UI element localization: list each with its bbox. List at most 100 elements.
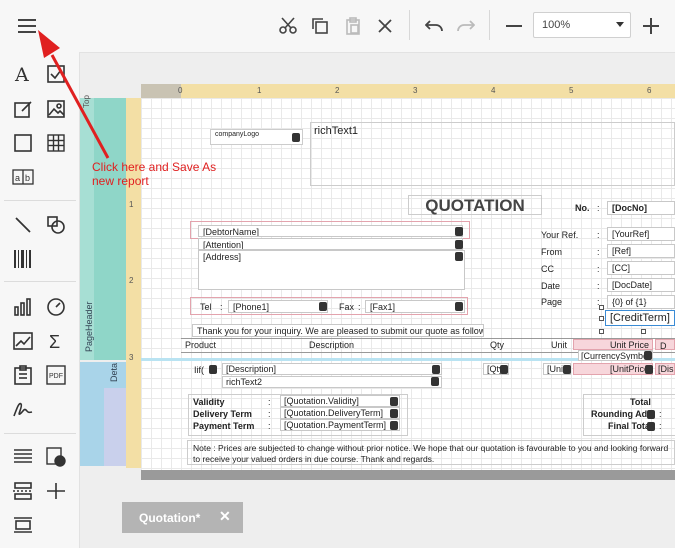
band-detail-label: Deta (109, 362, 119, 382)
ruler-tick: 2 (335, 86, 340, 95)
fax-label: Fax (339, 302, 355, 312)
ruler-tick: 6 (647, 86, 652, 95)
page-number-field[interactable]: {0} of {1} (607, 295, 675, 309)
delivery-term-label: Delivery Term (193, 409, 252, 419)
ruler-tick: 1 (257, 86, 262, 95)
page-bottom-edge (141, 470, 675, 480)
sparkline-tool-icon[interactable] (10, 328, 36, 354)
unit-price-field[interactable]: [UnitPrice (573, 363, 653, 375)
delete-icon[interactable] (371, 12, 399, 40)
cut-icon[interactable] (274, 12, 302, 40)
band-detail-group[interactable] (104, 388, 126, 466)
report-title[interactable]: QUOTATION (408, 195, 542, 215)
database-icon (647, 410, 655, 419)
final-total-label: Final Tota (608, 421, 650, 431)
from-label: From (541, 247, 562, 257)
cross-band-line-icon[interactable] (43, 478, 69, 504)
database-icon (647, 422, 655, 431)
tab-label: Quotation* (139, 511, 201, 525)
database-icon (455, 302, 463, 311)
zoom-value: 100% (542, 19, 571, 31)
iif-expression[interactable]: Iif( (194, 365, 204, 375)
undo-icon[interactable] (420, 12, 448, 40)
redo-icon[interactable] (452, 12, 480, 40)
rich-text-1[interactable]: richText1 (310, 122, 675, 186)
band-page-header-label: PageHeader (84, 301, 94, 352)
annotation-text: Click here and Save As new report (92, 160, 217, 188)
zoom-select[interactable]: 100% (533, 12, 631, 38)
chart-tool-icon[interactable] (10, 294, 36, 320)
payment-term-label: Payment Term (193, 421, 255, 431)
col-description[interactable]: Description (309, 340, 354, 350)
discount-field[interactable]: [Dis (655, 363, 675, 375)
doc-date-field[interactable]: [DocDate] (607, 278, 675, 292)
thank-you-text[interactable]: Thank you for your inquiry. We are pleas… (192, 324, 484, 337)
credit-term-field[interactable]: [CreditTerm] (605, 310, 675, 326)
tab-quotation[interactable]: Quotation* ✕ (122, 502, 243, 533)
ref-field[interactable]: [Ref] (607, 244, 675, 258)
close-icon[interactable]: ✕ (219, 508, 231, 525)
col-unit[interactable]: Unit (551, 340, 567, 350)
validity-field[interactable]: [Quotation.Validity] (280, 395, 400, 407)
horizontal-ruler (141, 84, 675, 99)
note-text[interactable]: Note : Prices are subjected to change wi… (187, 440, 675, 465)
page-label: Page (541, 297, 563, 307)
col-qty[interactable]: Qty (490, 340, 504, 350)
database-icon (644, 351, 652, 360)
description-field[interactable]: [Description] (222, 363, 442, 375)
database-icon (432, 365, 440, 374)
barcode-tool-icon[interactable] (10, 246, 36, 272)
copy-icon[interactable] (306, 12, 334, 40)
zoom-in-icon[interactable] (637, 12, 665, 40)
shapes-tool-icon[interactable] (43, 212, 69, 238)
cross-band-info-icon[interactable] (43, 444, 69, 470)
currency-symbol-field[interactable]: [CurrencySymbo (578, 350, 653, 361)
line-tool-icon[interactable] (10, 212, 36, 238)
date-label: Date (541, 281, 561, 291)
validity-label: Validity (193, 397, 225, 407)
gauge-tool-icon[interactable] (43, 294, 69, 320)
attention-field[interactable]: [Attention] (198, 238, 463, 250)
page-break-icon[interactable] (10, 478, 36, 504)
doc-no-field[interactable]: [DocNo] (607, 201, 675, 215)
fax-field[interactable]: [Fax1] (365, 300, 465, 313)
ruler-tick: 4 (491, 86, 496, 95)
database-icon (390, 397, 398, 406)
cc-label: CC (541, 264, 554, 274)
toolbar-divider (489, 10, 490, 40)
company-logo[interactable]: companyLogo (210, 129, 303, 145)
ruler-tick: 1 (129, 200, 134, 209)
note-line-1: Note : Prices are subjected to change wi… (193, 443, 669, 453)
database-icon (209, 365, 217, 374)
paste-icon[interactable] (339, 12, 367, 40)
address-field[interactable]: [Address] (198, 250, 465, 290)
col-unit-price[interactable]: Unit Price (573, 339, 653, 350)
zoom-out-icon[interactable] (500, 12, 528, 40)
signature-tool-icon[interactable] (10, 396, 36, 422)
col-d[interactable]: D (655, 339, 675, 350)
database-icon (292, 133, 300, 142)
cc-field[interactable]: [CC] (607, 261, 675, 275)
table-of-contents-icon[interactable] (10, 362, 36, 388)
payment-term-field[interactable]: [Quotation.PaymentTerm] (280, 419, 400, 431)
col-product[interactable]: Product (185, 340, 216, 350)
your-ref-field[interactable]: [YourRef] (607, 227, 675, 241)
cross-band-box-icon[interactable] (10, 512, 36, 538)
selection-handle[interactable] (599, 305, 604, 310)
chevron-down-icon (616, 22, 624, 27)
rich-text-2[interactable]: richText2 (222, 376, 442, 388)
subreport-icon[interactable] (10, 444, 36, 470)
debtor-name-field[interactable]: [DebtorName] (198, 225, 463, 237)
tel-label: Tel (200, 302, 212, 312)
phone-field[interactable]: [Phone1] (228, 300, 328, 313)
database-icon (390, 409, 398, 418)
database-icon (455, 227, 463, 236)
summary-tool-icon[interactable]: Σ (43, 328, 69, 354)
delivery-term-field[interactable]: [Quotation.DeliveryTerm] (280, 407, 400, 419)
selection-handle[interactable] (599, 329, 604, 334)
rounding-label: Rounding Ad (591, 409, 648, 419)
selection-handle[interactable] (599, 316, 604, 321)
pdf-content-icon[interactable]: PDF (43, 362, 69, 388)
total-label: Total (630, 397, 651, 407)
selection-handle[interactable] (641, 329, 646, 334)
